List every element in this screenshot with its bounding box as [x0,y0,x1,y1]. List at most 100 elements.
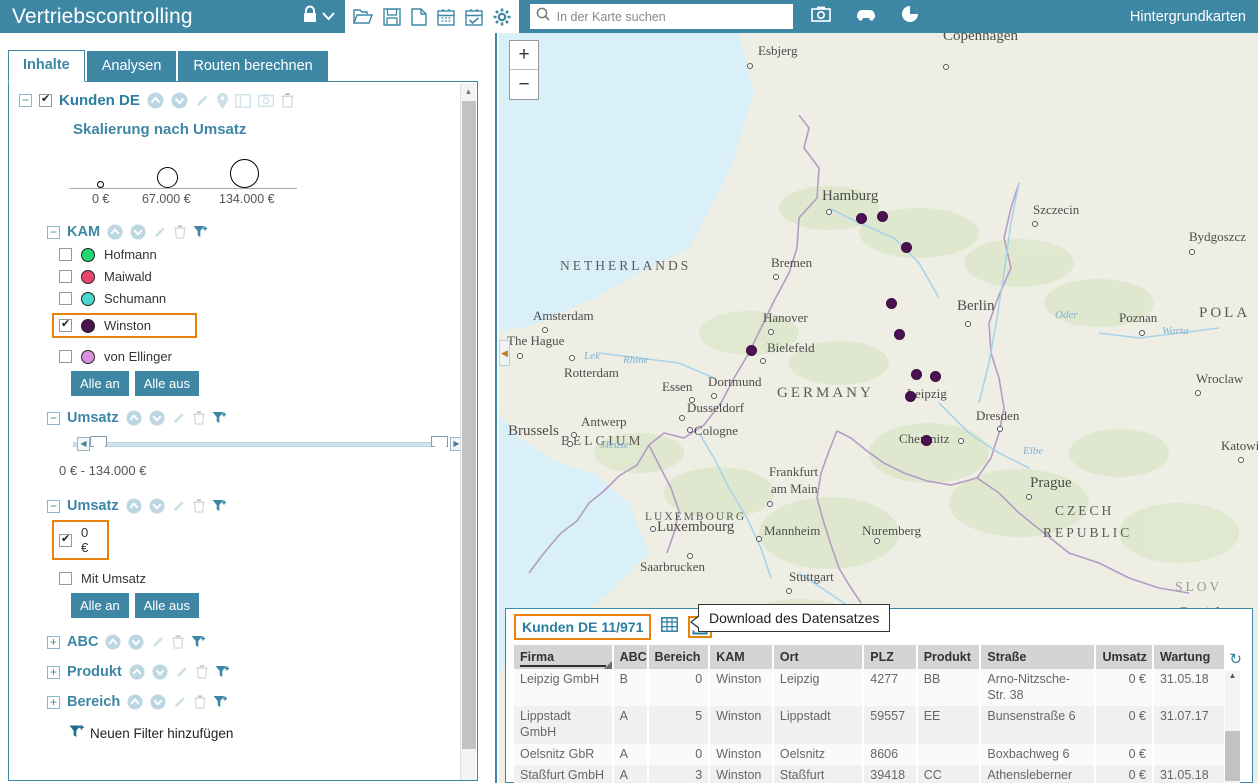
table-row[interactable]: Staßfurt GmbH A 3 Winston Staßfurt 39418… [514,765,1227,783]
customer-marker[interactable] [746,345,757,356]
lock-menu[interactable] [302,5,335,28]
car-icon[interactable] [855,7,877,26]
item-checkbox[interactable] [59,350,72,363]
add-filter-icon[interactable] [193,225,209,239]
move-down-icon[interactable] [149,410,165,426]
trash-icon[interactable] [281,93,294,108]
expand-icon[interactable]: + [47,635,60,649]
kam-item-hofmann[interactable]: Hofmann [59,247,461,262]
slider-left-arrow[interactable]: ◀ [77,437,90,451]
scroll-up-icon[interactable]: ▲ [1225,671,1240,685]
table-scrollbar[interactable]: ▲ [1225,671,1240,783]
edit-pencil-icon[interactable] [151,635,165,649]
layer-checkbox[interactable] [39,93,52,107]
umsatz-all-on-button[interactable]: Alle an [71,593,129,618]
edit-pencil-icon[interactable] [172,499,186,513]
move-down-icon[interactable] [152,664,168,680]
calendar-check-icon[interactable] [464,8,483,26]
scrollbar-thumb[interactable] [1225,731,1240,781]
edit-pencil-icon[interactable] [195,93,210,108]
umsatz-item-mit-umsatz[interactable]: Mit Umsatz [59,571,461,586]
add-filter-icon[interactable] [213,695,229,709]
move-up-icon[interactable] [107,224,123,240]
slider-track[interactable] [73,442,445,447]
group-row-umsatz-list[interactable]: − Umsatz [47,498,461,514]
column-header-produkt[interactable]: Produkt [916,645,982,669]
column-header-ort[interactable]: Ort [772,645,865,669]
group-row-umsatz-slider[interactable]: − Umsatz [47,410,461,426]
group-row-bereich[interactable]: + Bereich [47,694,461,710]
column-header-strasse[interactable]: Straße [980,645,1097,669]
table-row[interactable]: Lippstadt GmbH A 5 Winston Lippstadt 595… [514,706,1227,744]
column-header-wartung[interactable]: Wartung [1152,645,1227,669]
kam-item-von-ellinger[interactable]: von Ellinger [59,349,461,364]
customer-marker[interactable] [877,211,888,222]
panel-collapse-handle[interactable]: ◀ [499,340,510,366]
add-filter-icon[interactable] [212,411,228,425]
refresh-icon[interactable]: ↻ [1229,650,1242,668]
move-up-icon[interactable] [126,498,142,514]
background-maps-button[interactable]: Hintergrundkarten [1117,0,1258,33]
item-checkbox[interactable] [59,292,72,305]
customer-marker[interactable] [911,369,922,380]
table-row[interactable]: Leipzig GmbH B 0 Winston Leipzig 4277 BB… [514,669,1227,707]
save-icon[interactable] [382,7,401,26]
item-checkbox[interactable] [59,318,72,332]
camera-icon[interactable] [257,94,274,107]
item-checkbox[interactable] [59,572,72,585]
add-filter-icon[interactable] [215,665,231,679]
move-down-icon[interactable] [130,224,146,240]
column-header-abc[interactable]: ABC [612,645,649,669]
item-checkbox[interactable] [59,270,72,283]
move-down-icon[interactable] [128,634,144,650]
add-filter-icon[interactable] [212,499,228,513]
move-down-icon[interactable] [149,498,165,514]
customer-marker[interactable] [886,298,897,309]
calendar-icon[interactable] [436,8,455,26]
add-filter-icon[interactable] [191,635,207,649]
customer-marker[interactable] [894,329,905,340]
map-search[interactable] [529,4,793,29]
gear-icon[interactable] [493,8,511,26]
column-header-kam[interactable]: KAM [709,645,774,669]
add-new-filter-button[interactable]: Neuen Filter hinzufügen [69,724,461,742]
kam-item-schumann[interactable]: Schumann [59,291,461,306]
table-icon[interactable] [661,617,679,637]
table-icon[interactable] [234,93,251,108]
umsatz-range-slider[interactable]: ◀ ▶ [59,435,463,453]
table-row[interactable]: Oelsnitz GbR A 0 Winston Oelsnitz 8606 B… [514,743,1227,766]
customer-marker[interactable] [856,213,867,224]
open-folder-icon[interactable] [352,8,373,26]
move-up-icon[interactable] [129,664,145,680]
trash-icon[interactable] [193,411,205,425]
edit-pencil-icon[interactable] [173,695,187,709]
tab-inhalte[interactable]: Inhalte [8,50,85,82]
item-checkbox[interactable] [59,533,72,547]
group-row-produkt[interactable]: + Produkt [47,664,461,680]
kam-item-maiwald[interactable]: Maiwald [59,269,461,284]
column-header-firma[interactable]: Firma [514,645,614,669]
zoom-in-button[interactable]: + [510,41,538,70]
pie-chart-icon[interactable] [901,5,919,28]
move-down-icon[interactable] [171,92,188,109]
collapse-icon[interactable]: − [47,499,60,513]
kam-item-winston[interactable]: Winston [59,318,185,333]
slider-handle-min[interactable] [90,436,107,447]
trash-icon[interactable] [193,499,205,513]
move-up-icon[interactable] [147,92,164,109]
edit-pencil-icon[interactable] [175,665,189,679]
move-down-icon[interactable] [150,694,166,710]
trash-icon[interactable] [172,635,184,649]
column-header-bereich[interactable]: Bereich [647,645,711,669]
search-input[interactable] [554,8,787,25]
column-header-umsatz[interactable]: Umsatz [1095,645,1154,669]
tab-routen-berechnen[interactable]: Routen berechnen [178,51,328,82]
group-row-abc[interactable]: + ABC [47,634,461,650]
kam-all-off-button[interactable]: Alle aus [134,371,199,396]
customer-marker[interactable] [905,391,916,402]
trash-icon[interactable] [196,665,208,679]
slider-handle-max[interactable] [431,436,448,447]
chevron-down-icon[interactable] [321,8,335,26]
expand-icon[interactable]: + [47,665,60,679]
group-row-kam[interactable]: − KAM [47,224,461,240]
